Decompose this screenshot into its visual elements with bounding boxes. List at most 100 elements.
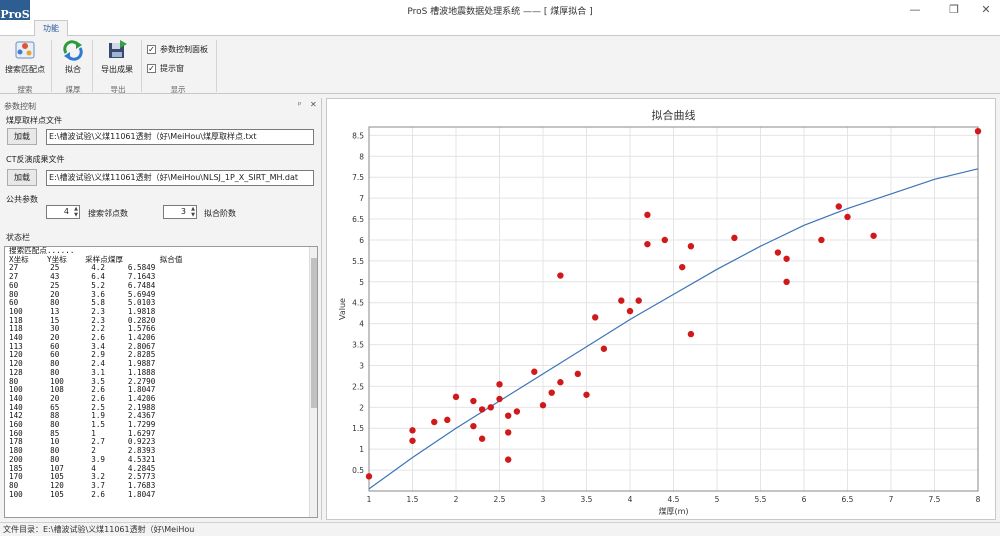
data-point (661, 236, 668, 244)
data-point (452, 393, 460, 401)
x-tick-label: 1.5 (407, 495, 419, 504)
load-sample-button[interactable]: 加载 (7, 128, 37, 145)
param-panel-checkbox[interactable]: ✓ 参数控制面板 (147, 44, 208, 55)
fit-icon (62, 39, 84, 61)
data-point (618, 297, 625, 304)
y-tick-label: 3.5 (352, 341, 364, 350)
data-point (774, 249, 782, 256)
data-point (687, 243, 695, 250)
data-point (478, 406, 486, 413)
data-point (496, 381, 503, 388)
export-icon (106, 39, 128, 61)
search-match-button[interactable]: 搜索匹配点 (3, 39, 47, 75)
status-log-text: 搜索匹配点...... X坐标 Y坐标 采样点煤厚 拟合值 27 25 4.2 6.… (9, 247, 299, 499)
data-point (478, 435, 486, 442)
fit-button[interactable]: 拟合 (58, 39, 88, 75)
status-title: 状态栏 (6, 233, 30, 242)
data-point (870, 232, 877, 239)
sample-file-path-field[interactable]: E:\槽波试验\义煤11061透射（好\MeiHou\煤厚取样点.txt (46, 129, 314, 145)
data-point (583, 391, 590, 398)
export-results-button[interactable]: 导出成果 (98, 39, 136, 75)
data-point (644, 240, 651, 248)
data-point (687, 330, 695, 338)
y-tick-label: 7 (359, 194, 364, 203)
data-point (513, 408, 521, 415)
data-point (539, 402, 547, 409)
y-tick-label: 6 (359, 236, 364, 245)
common-params-label: 公共参数 (6, 195, 38, 204)
data-point (444, 416, 451, 424)
panel-close-icon[interactable]: ✕ (310, 100, 317, 109)
status-line: 100 105 2.6 1.8047 (9, 489, 156, 499)
data-point (679, 263, 686, 271)
group-label-thickness: 煤厚 (65, 85, 81, 94)
x-tick-label: 1 (367, 495, 372, 504)
x-tick-label: 4 (628, 495, 633, 504)
load-ct-button[interactable]: 加载 (7, 169, 37, 186)
data-point (487, 404, 494, 411)
x-tick-label: 5.5 (755, 495, 767, 504)
hint-window-checkbox[interactable]: ✓ 提示窗 (147, 63, 184, 74)
check-icon: ✓ (147, 45, 156, 54)
pin-icon[interactable]: ᵖ (298, 100, 301, 109)
x-axis-label: 煤厚(m) (658, 506, 688, 516)
search-count-label: 搜索邻点数 (88, 209, 128, 218)
x-tick-label: 4.5 (668, 495, 680, 504)
chart-panel: 1 1.5 2 2.5 3 3.5 4 4.5 5 5.5 6 6.5 7 7.5 8 0.5 1 1.5 2 2.5… (326, 98, 996, 520)
group-label-export: 导出 (110, 85, 126, 94)
y-tick-label: 4.5 (352, 299, 364, 308)
close-window-button[interactable]: ✕ (976, 2, 996, 18)
check-icon: ✓ (147, 64, 156, 73)
data-point (783, 255, 790, 262)
search-count-stepper[interactable]: 4 ▲ ▼ (46, 205, 80, 219)
data-point (505, 456, 512, 463)
data-point (505, 429, 512, 436)
stepper-arrows-icon[interactable]: ▲ ▼ (191, 206, 195, 218)
fit-order-label: 拟合阶数 (204, 209, 236, 218)
data-point (600, 345, 608, 352)
data-point (365, 473, 373, 480)
tab-function[interactable]: 功能 (34, 20, 68, 37)
param-panel-checkbox-label: 参数控制面板 (160, 45, 208, 54)
data-point (974, 127, 982, 135)
restore-button[interactable]: ❐ (944, 2, 964, 18)
x-tick-label: 3 (541, 495, 546, 504)
data-point (835, 203, 842, 210)
chart-title: 拟合曲线 (652, 108, 696, 122)
y-axis-label: Value (338, 298, 347, 320)
y-tick-label: 5 (359, 278, 364, 287)
status-log[interactable]: 搜索匹配点...... X坐标 Y坐标 采样点煤厚 拟合值 27 25 4.2 6.… (4, 246, 318, 518)
window-title: ProS 槽波地震数据处理系统 —— [ 煤厚拟合 ] (407, 7, 593, 17)
data-point (557, 379, 564, 386)
data-point (470, 422, 477, 430)
footer-path: 文件目录：E:\槽波试验\义煤11061透射（好\MeiHou (0, 522, 1000, 536)
fit-label: 拟合 (65, 65, 81, 74)
data-point (409, 427, 416, 434)
fit-order-stepper[interactable]: 3 ▲ ▼ (163, 205, 197, 219)
ribbon-separator (92, 40, 93, 92)
status-scrollbar[interactable] (309, 247, 317, 517)
y-tick-label: 8 (359, 152, 364, 161)
search-count-value: 4 (63, 207, 69, 216)
data-point (574, 370, 581, 378)
search-match-label: 搜索匹配点 (5, 65, 45, 74)
ct-file-label: CT反演成果文件 (6, 155, 65, 164)
data-point (644, 211, 651, 219)
group-label-display: 显示 (170, 85, 186, 94)
minimize-button[interactable]: — (905, 2, 925, 18)
data-point (496, 395, 503, 403)
data-point (592, 314, 599, 321)
ct-file-path-field[interactable]: E:\槽波试验\义煤11061透射（好\MeiHou\NLSJ_1P_X_SIR… (46, 170, 314, 186)
panel-title: 参数控制 (4, 102, 36, 111)
y-tick-label: 7.5 (352, 173, 364, 182)
data-point (470, 397, 477, 405)
data-point (531, 368, 538, 375)
fit-curve-chart: 1 1.5 2 2.5 3 3.5 4 4.5 5 5.5 6 6.5 7 7.5 8 0.5 1 1.5 2 2.5… (338, 108, 982, 516)
data-point (557, 272, 564, 279)
y-tick-label: 5.5 (352, 257, 364, 266)
y-tick-label: 4 (359, 320, 364, 329)
y-tick-label: 2 (359, 403, 364, 412)
scrollbar-thumb[interactable] (311, 258, 317, 408)
ribbon-separator (141, 40, 142, 92)
stepper-arrows-icon[interactable]: ▲ ▼ (74, 206, 78, 218)
